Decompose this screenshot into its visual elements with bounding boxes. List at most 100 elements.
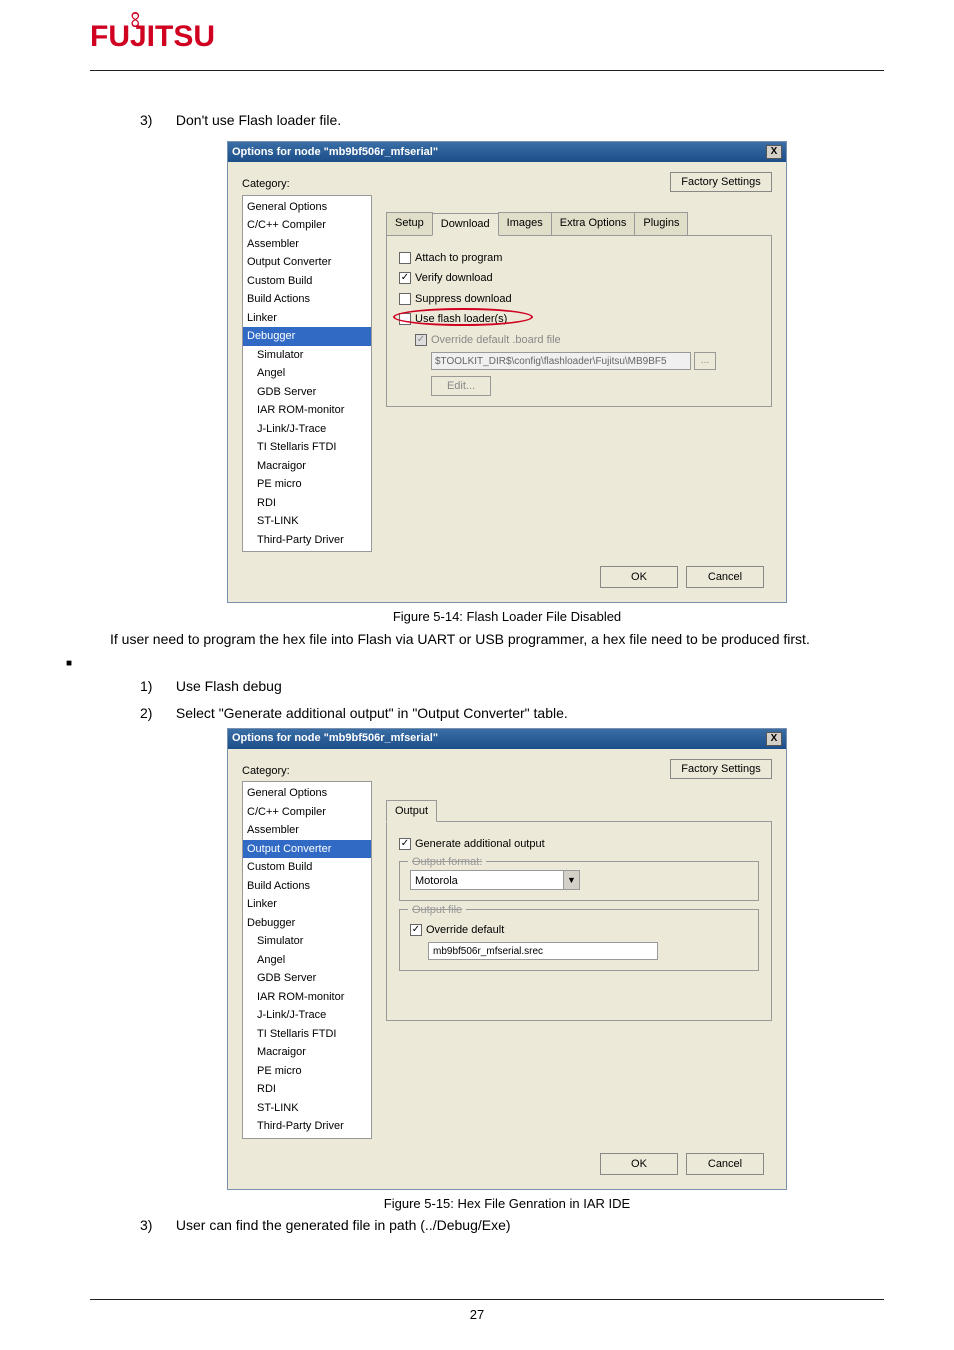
category-item[interactable]: Simulator [243, 932, 371, 951]
output-format-select[interactable]: Motorola ▼ [410, 870, 580, 890]
category-item[interactable]: Output Converter [243, 253, 371, 272]
category-item[interactable]: C/C++ Compiler [243, 803, 371, 822]
category-item[interactable]: Angel [243, 951, 371, 970]
step-num: 1) [140, 676, 172, 697]
output-format-fieldset: Output format: Motorola ▼ [399, 861, 759, 901]
category-item[interactable]: PE micro [243, 1062, 371, 1081]
tab-panel-download: Attach to program Verify download Suppre… [386, 235, 772, 408]
cancel-button[interactable]: Cancel [686, 566, 764, 588]
override-board-file-checkbox: Override default .board file [415, 332, 759, 349]
category-item[interactable]: Assembler [243, 821, 371, 840]
category-item[interactable]: RDI [243, 494, 371, 513]
tab-images[interactable]: Images [498, 212, 552, 235]
category-list[interactable]: General OptionsC/C++ CompilerAssemblerOu… [242, 781, 372, 1139]
category-item[interactable]: Third-Party Driver [243, 531, 371, 550]
override-default-checkbox[interactable]: Override default [410, 922, 748, 939]
category-item[interactable]: Build Actions [243, 877, 371, 896]
category-item[interactable]: Custom Build [243, 858, 371, 877]
category-item[interactable]: Build Actions [243, 290, 371, 309]
category-item[interactable]: Debugger [243, 914, 371, 933]
board-file-path-field: $TOOLKIT_DIR$\config\flashloader\Fujitsu… [431, 352, 691, 370]
checkbox-icon [399, 293, 411, 305]
tab-extra-options[interactable]: Extra Options [551, 212, 636, 235]
titlebar[interactable]: Options for node "mb9bf506r_mfserial" X [228, 729, 786, 749]
tab-plugins[interactable]: Plugins [634, 212, 688, 235]
dialog-title: Options for node "mb9bf506r_mfserial" [232, 730, 766, 747]
options-dialog-2: Options for node "mb9bf506r_mfserial" X … [227, 728, 787, 1190]
category-item[interactable]: Macraigor [243, 457, 371, 476]
browse-button: ... [694, 352, 716, 370]
category-item[interactable]: J-Link/J-Trace [243, 420, 371, 439]
step-1b: 1) Use Flash debug [140, 676, 874, 697]
step-text: Select "Generate additional output" in "… [176, 705, 568, 721]
verify-download-checkbox[interactable]: Verify download [399, 270, 759, 287]
category-item[interactable]: TI Stellaris FTDI [243, 1025, 371, 1044]
category-item[interactable]: GDB Server [243, 969, 371, 988]
footer-rule [90, 1299, 884, 1300]
category-item[interactable]: ST-LINK [243, 512, 371, 531]
step-3b: 3) User can find the generated file in p… [110, 1215, 874, 1236]
checkbox-label: Suppress download [415, 291, 512, 308]
output-file-fieldset: Output file Override default mb9bf506r_m… [399, 909, 759, 972]
step-3a: 3) Don't use Flash loader file. [140, 110, 874, 131]
select-value: Motorola [411, 871, 563, 889]
category-item[interactable]: Linker [243, 309, 371, 328]
step-num: 3) [140, 110, 172, 131]
checkbox-label: Override default .board file [431, 332, 561, 349]
tabs: Setup Download Images Extra Options Plug… [386, 212, 772, 235]
category-item[interactable]: General Options [243, 198, 371, 217]
use-flash-loader-checkbox[interactable]: Use flash loader(s) [399, 311, 759, 328]
checkbox-label: Verify download [415, 270, 493, 287]
ok-button[interactable]: OK [600, 566, 678, 588]
category-item[interactable]: PE micro [243, 475, 371, 494]
checkbox-label: Generate additional output [415, 836, 545, 853]
step-text: Use Flash debug [176, 678, 282, 694]
category-item[interactable]: Custom Build [243, 272, 371, 291]
checkbox-label: Override default [426, 922, 504, 939]
page-number: 27 [0, 1307, 954, 1322]
category-item[interactable]: Output Converter [243, 840, 371, 859]
category-list[interactable]: General OptionsC/C++ CompilerAssemblerOu… [242, 195, 372, 553]
category-item[interactable]: Macraigor [243, 1043, 371, 1062]
category-item[interactable]: General Options [243, 784, 371, 803]
output-file-field[interactable]: mb9bf506r_mfserial.srec [428, 942, 658, 960]
tab-download[interactable]: Download [432, 213, 499, 236]
category-item[interactable]: ST-LINK [243, 1099, 371, 1118]
category-item[interactable]: Simulator [243, 346, 371, 365]
category-item[interactable]: Debugger [243, 327, 371, 346]
tab-setup[interactable]: Setup [386, 212, 433, 235]
factory-settings-button[interactable]: Factory Settings [670, 759, 772, 779]
factory-settings-button[interactable]: Factory Settings [670, 172, 772, 192]
ok-button[interactable]: OK [600, 1153, 678, 1175]
category-item[interactable]: Angel [243, 364, 371, 383]
category-item[interactable]: Assembler [243, 235, 371, 254]
checkbox-icon [399, 838, 411, 850]
category-item[interactable]: GDB Server [243, 383, 371, 402]
category-item[interactable]: IAR ROM-monitor [243, 988, 371, 1007]
output-format-legend: Output format: [408, 854, 486, 871]
output-file-legend: Output file [408, 902, 466, 919]
category-item[interactable]: Third-Party Driver [243, 1117, 371, 1136]
category-item[interactable]: C/C++ Compiler [243, 216, 371, 235]
step-2b: 2) Select "Generate additional output" i… [140, 703, 874, 724]
checkbox-icon [399, 313, 411, 325]
fujitsu-logo: FUJITSU ∞ [90, 20, 215, 54]
step-text: User can find the generated file in path… [176, 1217, 511, 1233]
category-item[interactable]: IAR ROM-monitor [243, 401, 371, 420]
step-text: Don't use Flash loader file. [176, 112, 341, 128]
attach-to-program-checkbox[interactable]: Attach to program [399, 250, 759, 267]
category-item[interactable]: J-Link/J-Trace [243, 1006, 371, 1025]
category-item[interactable]: TI Stellaris FTDI [243, 438, 371, 457]
suppress-download-checkbox[interactable]: Suppress download [399, 291, 759, 308]
cancel-button[interactable]: Cancel [686, 1153, 764, 1175]
tab-panel-output: Generate additional output Output format… [386, 821, 772, 1021]
checkbox-label: Use flash loader(s) [415, 311, 507, 328]
category-item[interactable]: RDI [243, 1080, 371, 1099]
tab-output[interactable]: Output [386, 800, 437, 823]
generate-output-checkbox[interactable]: Generate additional output [399, 836, 759, 853]
close-icon[interactable]: X [766, 732, 782, 746]
titlebar[interactable]: Options for node "mb9bf506r_mfserial" X [228, 142, 786, 162]
category-item[interactable]: Linker [243, 895, 371, 914]
close-icon[interactable]: X [766, 145, 782, 159]
checkbox-label: Attach to program [415, 250, 502, 267]
